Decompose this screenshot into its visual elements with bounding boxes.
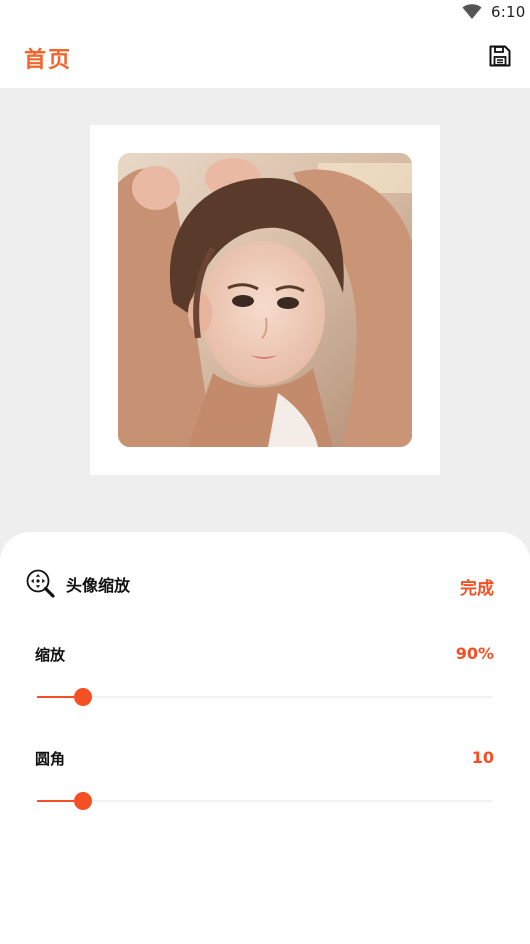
corner-radius-slider-thumb[interactable] bbox=[74, 792, 92, 810]
corner-radius-slider-track bbox=[37, 800, 493, 802]
scale-slider-track bbox=[37, 696, 493, 698]
scale-value: 90% bbox=[455, 644, 494, 663]
avatar-image bbox=[118, 153, 412, 447]
avatar-scale-sheet: 头像缩放 完成 缩放 90% 圆角 10 bbox=[0, 532, 530, 944]
wifi-icon bbox=[462, 4, 482, 19]
save-icon bbox=[489, 45, 511, 67]
corner-radius-slider[interactable] bbox=[37, 789, 493, 813]
zoom-search-icon bbox=[26, 569, 55, 598]
save-button[interactable] bbox=[486, 42, 514, 70]
corner-radius-value: 10 bbox=[471, 748, 494, 767]
sheet-title: 头像缩放 bbox=[66, 576, 131, 595]
scale-slider[interactable] bbox=[37, 685, 493, 709]
status-bar: 6:10 bbox=[0, 0, 530, 24]
scale-slider-thumb[interactable] bbox=[74, 688, 92, 706]
status-time: 6:10 bbox=[491, 3, 526, 21]
corner-radius-label: 圆角 bbox=[35, 750, 66, 768]
avatar-frame bbox=[90, 125, 440, 475]
avatar-preview-area bbox=[0, 88, 530, 568]
avatar-photo bbox=[118, 153, 412, 447]
page-title: 首页 bbox=[24, 48, 73, 73]
app-bar: 首页 bbox=[0, 24, 530, 88]
scale-label: 缩放 bbox=[35, 646, 66, 664]
done-button[interactable]: 完成 bbox=[460, 574, 494, 599]
